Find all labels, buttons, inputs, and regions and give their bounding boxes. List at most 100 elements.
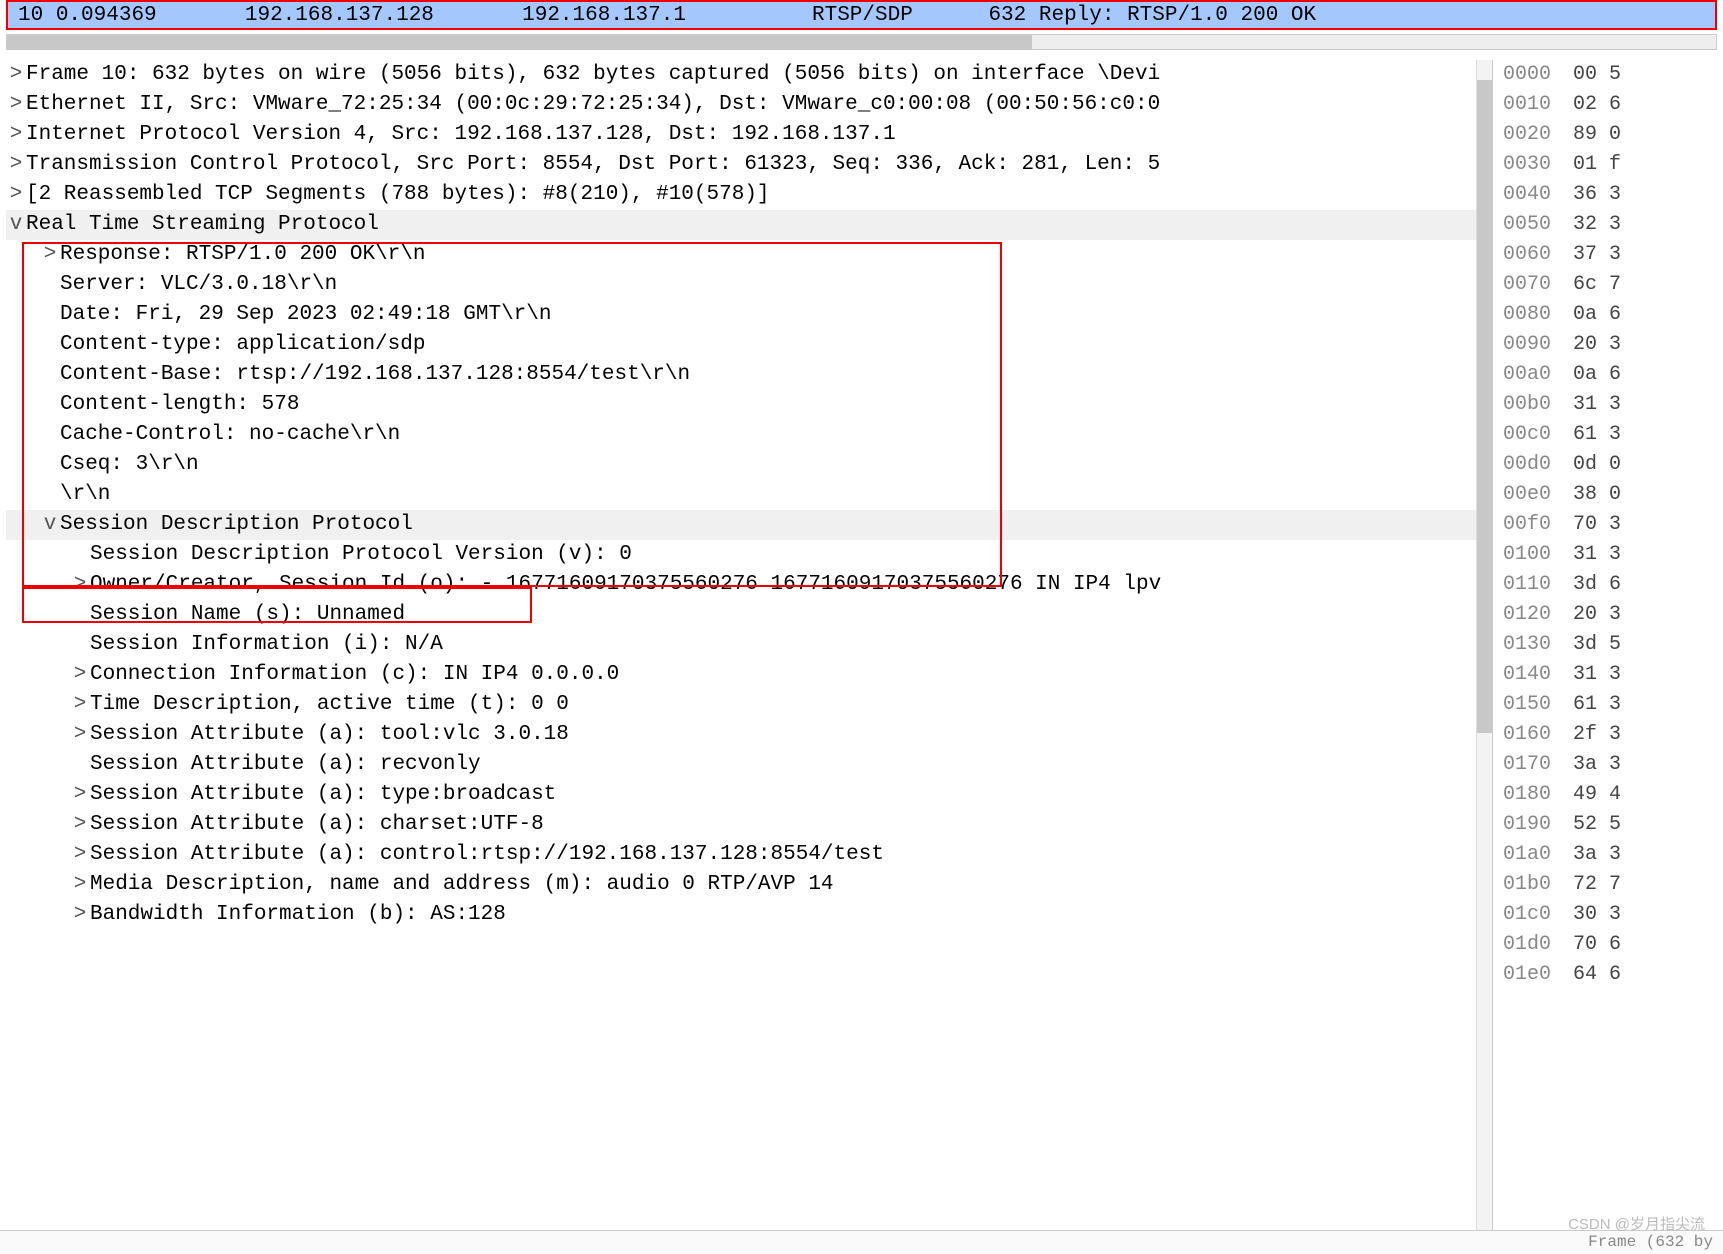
tree-row[interactable]: >Session Attribute (a): control:rtsp://1… [6,840,1492,870]
hex-row[interactable]: 00a00a 6 [1503,360,1723,390]
packet-list-hscroll[interactable] [6,34,1717,50]
tree-row[interactable]: >Session Attribute (a): tool:vlc 3.0.18 [6,720,1492,750]
hex-row[interactable]: 01103d 6 [1503,570,1723,600]
chevron-right-icon[interactable]: > [6,120,26,150]
hex-dump-pane[interactable]: 000000 5001002 6002089 0003001 f004036 3… [1493,60,1723,1248]
chevron-right-icon[interactable]: > [70,870,90,900]
tree-label: Content-length: 578 [60,390,299,420]
tree-label: Session Attribute (a): control:rtsp://19… [90,840,884,870]
tree-row[interactable]: >Session Attribute (a): type:broadcast [6,780,1492,810]
hex-row[interactable]: 003001 f [1503,150,1723,180]
chevron-down-icon[interactable]: v [40,510,60,540]
hex-row[interactable]: 010031 3 [1503,540,1723,570]
chevron-right-icon[interactable]: > [6,90,26,120]
hex-row[interactable]: 01c030 3 [1503,900,1723,930]
chevron-right-icon[interactable]: > [70,810,90,840]
tree-row[interactable]: \r\n [6,480,1492,510]
tree-row[interactable]: Date: Fri, 29 Sep 2023 02:49:18 GMT\r\n [6,300,1492,330]
chevron-right-icon[interactable]: > [70,660,90,690]
hex-row[interactable]: 00d00d 0 [1503,450,1723,480]
tree-row[interactable]: >Media Description, name and address (m)… [6,870,1492,900]
tree-row[interactable]: >[2 Reassembled TCP Segments (788 bytes)… [6,180,1492,210]
hex-row[interactable]: 002089 0 [1503,120,1723,150]
packet-list-row[interactable]: 10 0.094369 192.168.137.128 192.168.137.… [6,0,1717,30]
tree-row[interactable]: Session Description Protocol Version (v)… [6,540,1492,570]
hex-row[interactable]: 00b031 3 [1503,390,1723,420]
hex-offset: 0030 [1503,150,1573,180]
hex-row[interactable]: 01b072 7 [1503,870,1723,900]
scrollbar-thumb[interactable] [1477,80,1492,733]
hex-row[interactable]: 014031 3 [1503,660,1723,690]
tree-row[interactable]: vSession Description Protocol [6,510,1492,540]
tree-row[interactable]: >Frame 10: 632 bytes on wire (5056 bits)… [6,60,1492,90]
chevron-right-icon[interactable]: > [6,60,26,90]
hex-offset: 0170 [1503,750,1573,780]
tree-row[interactable]: vReal Time Streaming Protocol [6,210,1492,240]
hex-bytes: 02 6 [1573,93,1621,116]
chevron-right-icon[interactable]: > [70,900,90,930]
hex-row[interactable]: 01703a 3 [1503,750,1723,780]
hex-row[interactable]: 001002 6 [1503,90,1723,120]
tree-row[interactable]: Server: VLC/3.0.18\r\n [6,270,1492,300]
tree-row[interactable]: >Ethernet II, Src: VMware_72:25:34 (00:0… [6,90,1492,120]
chevron-right-icon[interactable]: > [40,240,60,270]
tree-row[interactable]: >Time Description, active time (t): 0 0 [6,690,1492,720]
hex-row[interactable]: 004036 3 [1503,180,1723,210]
tree-row[interactable]: >Session Attribute (a): charset:UTF-8 [6,810,1492,840]
hex-row[interactable]: 01d070 6 [1503,930,1723,960]
hex-row[interactable]: 00e038 0 [1503,480,1723,510]
chevron-right-icon[interactable]: > [70,720,90,750]
hex-row[interactable]: 009020 3 [1503,330,1723,360]
chevron-right-icon[interactable]: > [6,150,26,180]
chevron-right-icon[interactable]: > [70,840,90,870]
tree-row[interactable]: >Connection Information (c): IN IP4 0.0.… [6,660,1492,690]
col-time: 0.094369 [56,4,157,27]
hex-row[interactable]: 005032 3 [1503,210,1723,240]
hex-row[interactable]: 015061 3 [1503,690,1723,720]
hex-row[interactable]: 012020 3 [1503,600,1723,630]
tree-row[interactable]: >Bandwidth Information (b): AS:128 [6,900,1492,930]
tree-row[interactable]: Content-type: application/sdp [6,330,1492,360]
hex-row[interactable]: 018049 4 [1503,780,1723,810]
hex-row[interactable]: 01303d 5 [1503,630,1723,660]
hex-row[interactable]: 00800a 6 [1503,300,1723,330]
hex-bytes: 61 3 [1573,693,1621,716]
hex-bytes: 20 3 [1573,333,1621,356]
scrollbar-thumb[interactable] [7,35,1032,49]
tree-row[interactable]: Session Name (s): Unnamed [6,600,1492,630]
hex-row[interactable]: 019052 5 [1503,810,1723,840]
tree-row[interactable]: Session Attribute (a): recvonly [6,750,1492,780]
hex-offset: 00f0 [1503,510,1573,540]
hex-bytes: 37 3 [1573,243,1621,266]
hex-row[interactable]: 006037 3 [1503,240,1723,270]
hex-row[interactable]: 00706c 7 [1503,270,1723,300]
tree-label: Session Attribute (a): type:broadcast [90,780,556,810]
hex-row[interactable]: 01602f 3 [1503,720,1723,750]
tree-row[interactable]: Cseq: 3\r\n [6,450,1492,480]
tree-row[interactable]: >Response: RTSP/1.0 200 OK\r\n [6,240,1492,270]
chevron-right-icon[interactable]: > [70,690,90,720]
chevron-right-icon[interactable]: > [6,180,26,210]
details-vscroll[interactable] [1476,60,1492,1248]
chevron-right-icon[interactable]: > [70,570,90,600]
tree-row[interactable]: >Owner/Creator, Session Id (o): - 167716… [6,570,1492,600]
hex-bytes: 2f 3 [1573,723,1621,746]
chevron-down-icon[interactable]: v [6,210,26,240]
tree-row[interactable]: Session Information (i): N/A [6,630,1492,660]
tree-row[interactable]: Content-length: 578 [6,390,1492,420]
packet-details-pane[interactable]: >Frame 10: 632 bytes on wire (5056 bits)… [0,60,1493,1248]
hex-row[interactable]: 00c061 3 [1503,420,1723,450]
tree-row[interactable]: Cache-Control: no-cache\r\n [6,420,1492,450]
tree-row[interactable]: >Transmission Control Protocol, Src Port… [6,150,1492,180]
hex-bytes: 20 3 [1573,603,1621,626]
hex-row[interactable]: 01a03a 3 [1503,840,1723,870]
tree-row[interactable]: Content-Base: rtsp://192.168.137.128:855… [6,360,1492,390]
hex-bytes: 3d 6 [1573,573,1621,596]
chevron-right-icon[interactable]: > [70,780,90,810]
watermark: CSDN @岁月指尖流 [1568,1213,1705,1234]
hex-row[interactable]: 000000 5 [1503,60,1723,90]
hex-row[interactable]: 01e064 6 [1503,960,1723,990]
hex-row[interactable]: 00f070 3 [1503,510,1723,540]
tree-label: Session Attribute (a): recvonly [90,750,481,780]
tree-row[interactable]: >Internet Protocol Version 4, Src: 192.1… [6,120,1492,150]
